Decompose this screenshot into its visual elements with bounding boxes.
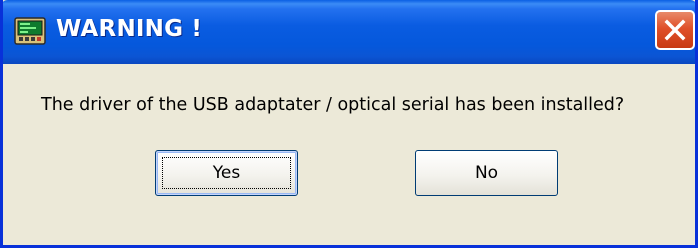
close-button[interactable] <box>655 10 695 50</box>
no-button-label: No <box>474 163 499 183</box>
yes-button[interactable]: Yes <box>155 150 298 196</box>
title-bar[interactable]: WARNING ! <box>3 0 695 64</box>
no-button[interactable]: No <box>415 150 558 196</box>
dialog-title: WARNING ! <box>56 16 203 42</box>
dialog-message: The driver of the USB adaptater / optica… <box>41 95 625 115</box>
terminal-icon <box>14 17 46 45</box>
yes-button-label: Yes <box>212 163 241 183</box>
close-icon <box>664 19 686 41</box>
warning-dialog: WARNING ! The driver of the USB adaptate… <box>0 0 698 248</box>
